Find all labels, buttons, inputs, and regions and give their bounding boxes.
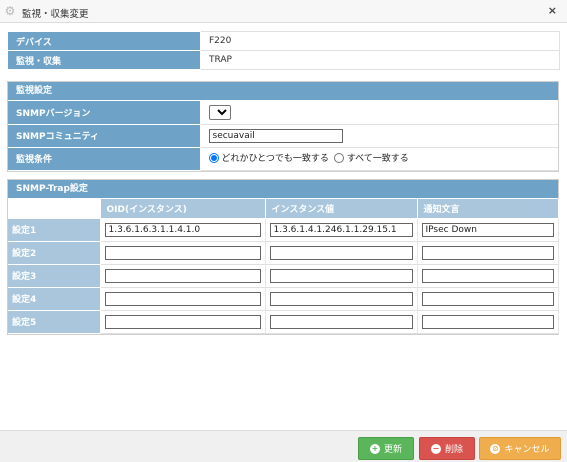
snmp-version-row: SNMPバージョン 2	[8, 101, 558, 125]
update-button[interactable]: + 更新	[358, 437, 414, 460]
instance-value-input[interactable]	[269, 222, 413, 237]
notification-text-input[interactable]	[421, 222, 554, 237]
instance-value-input[interactable]	[269, 314, 413, 329]
instance-value-input[interactable]	[269, 268, 413, 283]
condition-all-option[interactable]: すべて一致する	[333, 151, 409, 165]
trap-row-label: 設定1	[8, 218, 101, 242]
dialog-titlebar: ⚙ 監視・収集変更 ×	[0, 0, 567, 23]
instance-value-input[interactable]	[269, 291, 413, 306]
monitor-type-label: 監視・収集	[7, 50, 201, 70]
oid-input[interactable]	[104, 291, 261, 306]
trap-row-3: 設定3	[8, 264, 559, 288]
delete-button[interactable]: − 削除	[419, 437, 475, 460]
monitor-condition-label: 監視条件	[8, 147, 201, 171]
ban-icon: ⊘	[490, 443, 501, 454]
cancel-button[interactable]: ⊘ キャンセル	[479, 437, 561, 460]
monitor-type-value: TRAP	[200, 50, 560, 70]
monitor-settings-header: 監視設定	[8, 82, 558, 101]
condition-all-radio[interactable]	[333, 152, 344, 163]
trap-row-label: 設定2	[8, 241, 101, 265]
update-button-label: 更新	[383, 445, 402, 455]
trap-row-4: 設定4	[8, 287, 559, 311]
trap-corner-cell	[8, 199, 101, 219]
notification-text-input[interactable]	[421, 314, 554, 329]
close-icon[interactable]: ×	[548, 4, 557, 17]
condition-all-label: すべて一致する	[346, 154, 409, 165]
snmp-trap-table: OID(インスタンス) インスタンス値 通知文言 設定1 設定2 設定3 設定4	[8, 199, 559, 334]
trap-row-label: 設定3	[8, 264, 101, 288]
snmp-community-row: SNMPコミュニティ	[8, 124, 558, 148]
oid-input[interactable]	[104, 314, 261, 329]
condition-any-label: どれかひとつでも一致する	[221, 154, 329, 165]
dialog-title: 監視・収集変更	[22, 9, 89, 20]
gear-icon: ⚙	[4, 4, 16, 18]
column-notification-text: 通知文言	[417, 199, 559, 219]
column-instance-value: インスタンス値	[265, 199, 418, 219]
snmp-trap-header: SNMP-Trap設定	[8, 180, 558, 199]
trap-row-label: 設定5	[8, 310, 101, 334]
condition-any-option[interactable]: どれかひとつでも一致する	[208, 151, 329, 165]
info-row-monitor-type: 監視・収集 TRAP	[7, 50, 560, 70]
trap-row-label: 設定4	[8, 287, 101, 311]
device-value: F220	[200, 31, 560, 51]
oid-input[interactable]	[104, 245, 261, 260]
snmp-version-label: SNMPバージョン	[8, 101, 201, 125]
snmp-trap-section: SNMP-Trap設定 OID(インスタンス) インスタンス値 通知文言 設定1…	[7, 179, 559, 335]
dialog-footer: + 更新 − 削除 ⊘ キャンセル	[0, 430, 567, 462]
snmp-community-input[interactable]	[208, 128, 343, 143]
notification-text-input[interactable]	[421, 268, 554, 283]
snmp-community-label: SNMPコミュニティ	[8, 124, 201, 148]
monitor-settings-table: SNMPバージョン 2 SNMPコミュニティ 監視条件 どれかひとつでも一致する…	[8, 101, 558, 171]
device-info-table: デバイス F220 監視・収集 TRAP	[7, 31, 560, 70]
notification-text-input[interactable]	[421, 291, 554, 306]
trap-row-5: 設定5	[8, 310, 559, 334]
cancel-button-label: キャンセル	[504, 445, 550, 455]
column-oid: OID(インスタンス)	[100, 199, 266, 219]
trap-row-1: 設定1	[8, 218, 559, 242]
trap-row-2: 設定2	[8, 241, 559, 265]
monitor-settings-section: 監視設定 SNMPバージョン 2 SNMPコミュニティ 監視条件 どれかひとつで…	[7, 81, 559, 172]
snmp-version-select[interactable]: 2	[208, 104, 231, 120]
minus-circle-icon: −	[430, 443, 441, 454]
delete-button-label: 削除	[444, 445, 463, 455]
plus-circle-icon: +	[369, 443, 380, 454]
notification-text-input[interactable]	[421, 245, 554, 260]
oid-input[interactable]	[104, 222, 261, 237]
instance-value-input[interactable]	[269, 245, 413, 260]
condition-any-radio[interactable]	[208, 152, 219, 163]
monitor-condition-row: 監視条件 どれかひとつでも一致する すべて一致する	[8, 147, 558, 171]
info-row-device: デバイス F220	[7, 31, 560, 51]
snmp-trap-header-row: OID(インスタンス) インスタンス値 通知文言	[8, 199, 559, 219]
device-label: デバイス	[7, 31, 201, 51]
oid-input[interactable]	[104, 268, 261, 283]
